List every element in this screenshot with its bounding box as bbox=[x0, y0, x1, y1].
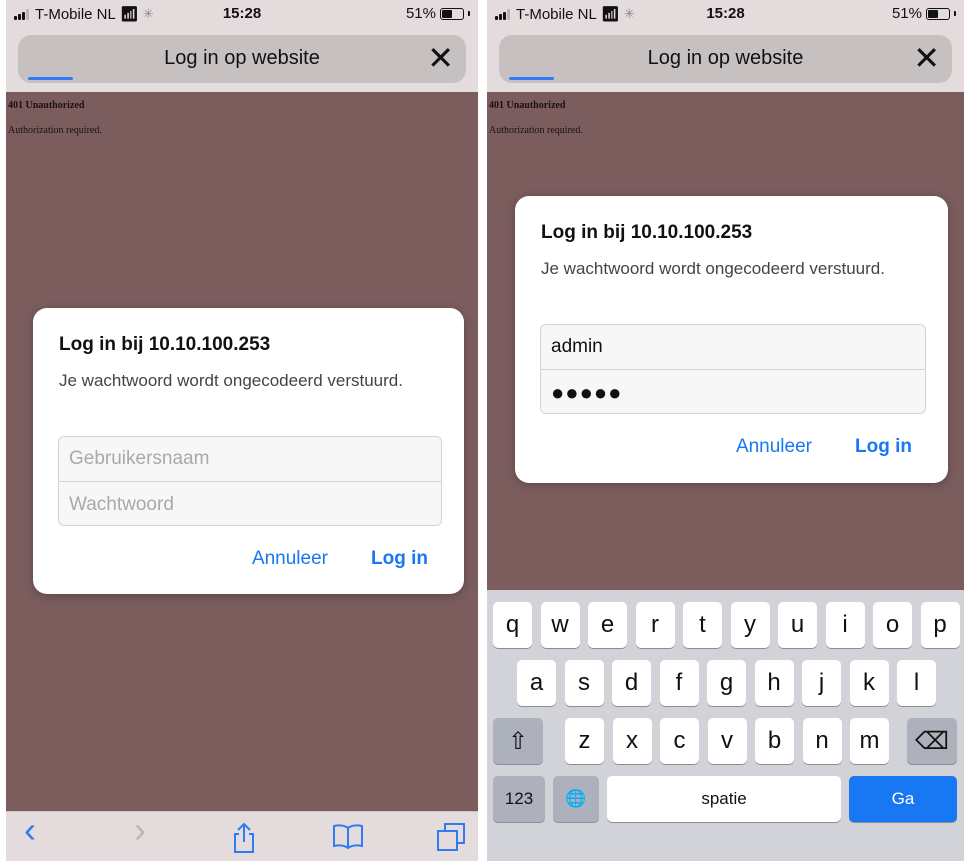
battery-percent: 51% bbox=[891, 5, 922, 22]
password-field[interactable]: ●●●●● bbox=[541, 370, 925, 413]
key-c[interactable]: c bbox=[660, 718, 699, 764]
share-icon[interactable] bbox=[232, 822, 256, 859]
error-message: Authorization required. bbox=[8, 125, 102, 136]
key-f[interactable]: f bbox=[659, 660, 699, 706]
login-button[interactable]: Log in bbox=[371, 548, 428, 570]
credential-fields: Gebruikersnaam Wachtwoord bbox=[58, 436, 442, 526]
key-d[interactable]: d bbox=[612, 660, 651, 706]
key-q[interactable]: q bbox=[493, 602, 532, 648]
key-m[interactable]: m bbox=[850, 718, 889, 764]
key-y[interactable]: y bbox=[730, 602, 770, 648]
key-l[interactable]: l bbox=[897, 660, 936, 706]
on-screen-keyboard: q w e r t y u i o p a s d f g h j k l ⇧ z x c v b n m ⌫ 123 🌐 spatie Ga bbox=[487, 590, 964, 861]
username-placeholder: Gebruikersnaam bbox=[69, 448, 210, 469]
status-bar: T-Mobile NL 📶︎ ✳ 15:28 51% bbox=[487, 0, 964, 30]
globe-key-icon[interactable]: 🌐 bbox=[553, 776, 599, 822]
key-t[interactable]: t bbox=[683, 602, 722, 648]
shift-key-icon[interactable]: ⇧ bbox=[493, 718, 543, 764]
dialog-message: Je wachtwoord wordt ongecodeerd verstuur… bbox=[541, 259, 885, 278]
key-h[interactable]: h bbox=[754, 660, 794, 706]
key-p[interactable]: p bbox=[920, 602, 960, 648]
username-field[interactable]: admin bbox=[541, 325, 925, 370]
space-key[interactable]: spatie bbox=[607, 776, 841, 822]
error-heading: 401 Unauthorized bbox=[489, 100, 566, 111]
key-s[interactable]: s bbox=[564, 660, 604, 706]
key-v[interactable]: v bbox=[707, 718, 747, 764]
page-title: Log in op website bbox=[647, 47, 804, 69]
key-a[interactable]: a bbox=[517, 660, 556, 706]
battery-percent: 51% bbox=[405, 5, 436, 22]
page-title: Log in op website bbox=[164, 47, 320, 69]
browser-title-bar: Log in op website ✕ bbox=[18, 35, 466, 83]
forward-icon[interactable]: › bbox=[134, 812, 146, 848]
key-n[interactable]: n bbox=[802, 718, 842, 764]
dialog-title: Log in bij 10.10.100.253 bbox=[541, 222, 753, 243]
username-field[interactable]: Gebruikersnaam bbox=[59, 437, 441, 482]
browser-toolbar: ‹ › bbox=[6, 811, 478, 861]
cancel-button[interactable]: Annuleer bbox=[736, 436, 812, 458]
error-heading: 401 Unauthorized bbox=[8, 100, 85, 111]
key-k[interactable]: k bbox=[849, 660, 889, 706]
dialog-title: Log in bij 10.10.100.253 bbox=[59, 334, 271, 355]
load-progress-bar bbox=[28, 77, 73, 80]
back-icon[interactable]: ‹ bbox=[24, 812, 36, 848]
go-key[interactable]: Ga bbox=[849, 776, 957, 822]
bookmarks-icon[interactable] bbox=[332, 822, 364, 855]
dialog-message: Je wachtwoord wordt ongecodeerd verstuur… bbox=[59, 371, 403, 390]
key-z[interactable]: z bbox=[565, 718, 604, 764]
screen-left: T-Mobile NL 📶︎ ✳ 15:28 51% Log in op web… bbox=[6, 0, 478, 861]
key-r[interactable]: r bbox=[635, 602, 675, 648]
password-placeholder: Wachtwoord bbox=[69, 493, 174, 515]
tabs-icon[interactable] bbox=[436, 822, 466, 857]
battery-icon bbox=[440, 7, 464, 20]
password-value: ●●●●● bbox=[551, 379, 623, 405]
battery-icon bbox=[926, 7, 950, 20]
key-e[interactable]: e bbox=[588, 602, 627, 648]
backspace-key-icon[interactable]: ⌫ bbox=[907, 718, 957, 764]
login-dialog: Log in bij 10.10.100.253 Je wachtwoord w… bbox=[33, 308, 464, 594]
error-message: Authorization required. bbox=[489, 125, 583, 136]
browser-title-bar: Log in op website ✕ bbox=[499, 35, 952, 83]
password-field[interactable]: Wachtwoord bbox=[59, 482, 441, 525]
key-w[interactable]: w bbox=[540, 602, 580, 648]
cancel-button[interactable]: Annuleer bbox=[252, 548, 328, 570]
close-icon[interactable]: ✕ bbox=[913, 41, 940, 75]
numbers-key[interactable]: 123 bbox=[493, 776, 545, 822]
screen-right: T-Mobile NL 📶︎ ✳ 15:28 51% Log in op web… bbox=[487, 0, 964, 861]
login-dialog: Log in bij 10.10.100.253 Je wachtwoord w… bbox=[515, 196, 948, 483]
key-b[interactable]: b bbox=[755, 718, 794, 764]
key-o[interactable]: o bbox=[873, 602, 912, 648]
load-progress-bar bbox=[509, 77, 554, 80]
credential-fields: admin ●●●●● bbox=[540, 324, 926, 414]
status-bar: T-Mobile NL 📶︎ ✳ 15:28 51% bbox=[6, 0, 478, 30]
key-g[interactable]: g bbox=[707, 660, 746, 706]
key-i[interactable]: i bbox=[825, 602, 865, 648]
key-x[interactable]: x bbox=[612, 718, 652, 764]
key-u[interactable]: u bbox=[778, 602, 817, 648]
key-j[interactable]: j bbox=[802, 660, 841, 706]
username-value: admin bbox=[551, 336, 603, 357]
login-button[interactable]: Log in bbox=[855, 436, 912, 458]
close-icon[interactable]: ✕ bbox=[427, 41, 454, 75]
